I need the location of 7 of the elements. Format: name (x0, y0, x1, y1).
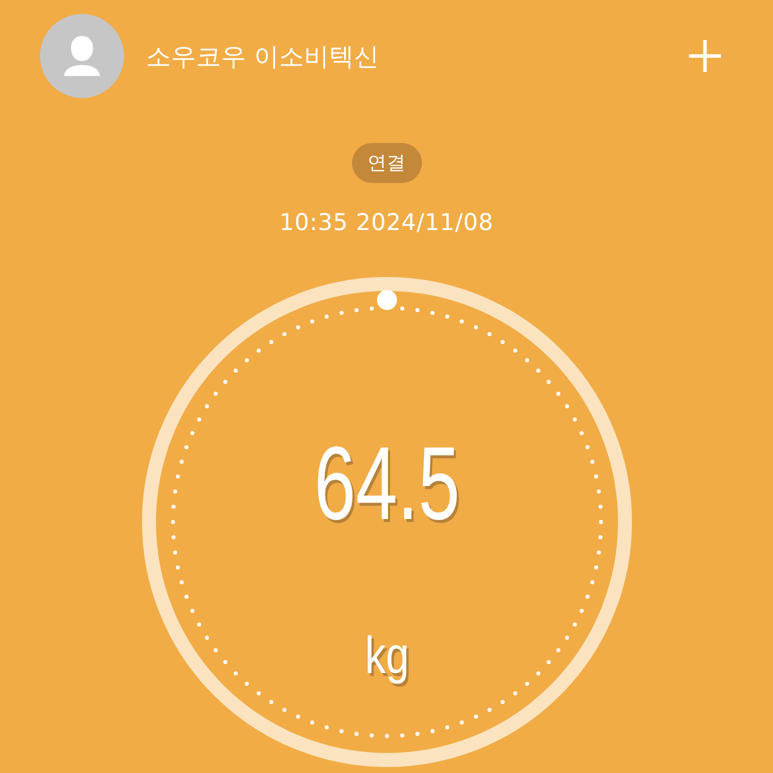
user-name: 소우코우 이소비텍신 (146, 40, 380, 72)
timestamp: 10:35 2024/11/08 (279, 210, 494, 236)
connection-badge: 연결 (352, 143, 422, 183)
weight-value: 64.5 (314, 432, 460, 536)
add-icon[interactable] (687, 38, 723, 74)
weight-unit: kg (364, 630, 408, 682)
avatar-icon[interactable] (40, 14, 124, 98)
